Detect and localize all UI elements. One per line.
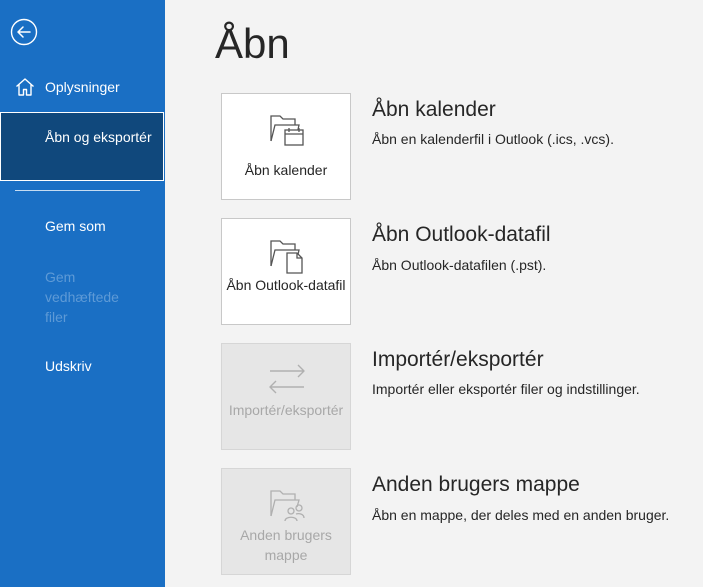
option-description: Importér eller eksportér filer og indsti… [372, 381, 640, 397]
import-export-button: Importér/eksportér [221, 343, 351, 450]
tile-label: Åbn kalender [244, 162, 328, 178]
sidebar-item-label: Gem vedhæftede filer [45, 269, 119, 325]
tile-label: Importér/eksportér [228, 402, 344, 418]
option-title: Anden brugers mappe [372, 473, 580, 496]
folder-users-icon [270, 490, 305, 522]
sidebar-item-oplysninger[interactable]: Oplysninger [0, 74, 165, 102]
back-arrow-icon [10, 18, 38, 46]
other-users-folder-button: Anden brugers mappe [221, 468, 351, 575]
sidebar-item-label: Gem som [45, 218, 106, 234]
tile-label: Åbn Outlook-datafil [226, 277, 346, 293]
sidebar-item-aabn-og-eksporter[interactable]: Åbn og eksportér [0, 112, 164, 181]
open-outlook-datafile-button[interactable]: Åbn Outlook-datafil [221, 218, 351, 325]
open-calendar-button[interactable]: Åbn kalender [221, 93, 351, 200]
option-description: Åbn en kalenderfil i Outlook (.ics, .vcs… [372, 131, 614, 147]
tile-label: Anden brugers mappe [240, 527, 332, 563]
home-icon [16, 78, 34, 96]
option-title: Åbn Outlook-datafil [372, 223, 551, 246]
option-description: Åbn en mappe, der deles med en anden bru… [372, 507, 670, 523]
option-description: Åbn Outlook-datafilen (.pst). [372, 257, 547, 273]
import-export-arrows-icon [269, 364, 305, 394]
sidebar-divider [15, 190, 140, 191]
option-title: Importér/eksportér [372, 348, 544, 371]
folder-calendar-icon [270, 115, 304, 146]
folder-document-icon [270, 240, 303, 274]
sidebar-item-label: Udskriv [45, 358, 92, 374]
option-title: Åbn kalender [372, 98, 496, 121]
back-button[interactable] [10, 18, 38, 46]
sidebar-item-label: Oplysninger [45, 79, 120, 95]
sidebar-item-label: Åbn og eksportér [45, 129, 152, 145]
backstage-sidebar: Oplysninger Åbn og eksportér Gem som Gem… [0, 0, 165, 587]
page-title: Åbn [215, 20, 290, 67]
